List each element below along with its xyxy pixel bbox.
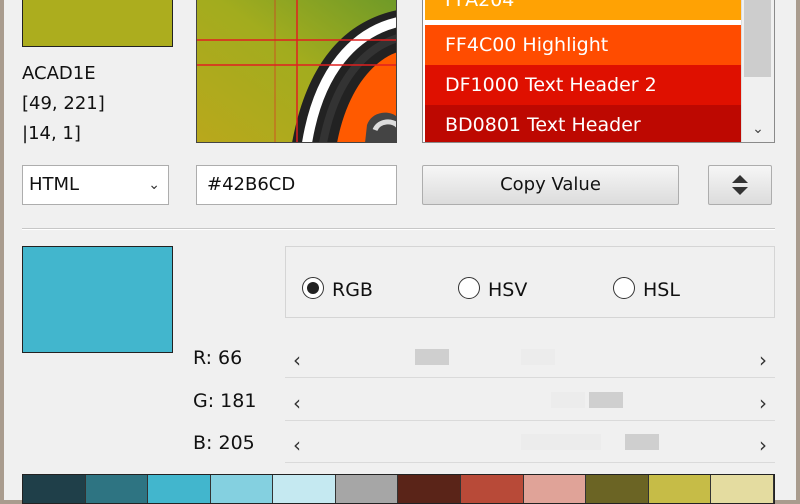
sort-button[interactable] [708, 165, 772, 205]
hex-input[interactable]: #42B6CD [196, 165, 397, 205]
chevron-right-icon[interactable]: › [759, 390, 767, 416]
slider-track-mark [521, 349, 555, 365]
radio-dot [613, 277, 635, 299]
chevron-right-icon[interactable]: › [759, 432, 767, 458]
slider-thumb[interactable] [588, 392, 623, 408]
picked-position: [49, 221] [22, 93, 105, 114]
slider-g[interactable]: ‹ › [285, 387, 775, 421]
palette-swatch[interactable] [23, 475, 86, 503]
color-picker-window: ACAD1E [49, 221] |14, 1] FFA204 FF4C00 H… [4, 0, 796, 504]
chevron-down-icon: ⌄ [148, 177, 160, 193]
slider-label-b: B: 205 [193, 432, 255, 454]
chevron-left-icon[interactable]: ‹ [293, 390, 301, 416]
radio-dot [458, 277, 480, 299]
radio-dot [302, 277, 324, 299]
slider-thumb[interactable] [414, 349, 449, 365]
palette-swatch[interactable] [523, 475, 587, 503]
palette-swatch[interactable] [398, 475, 462, 503]
history-item[interactable]: FF4C00 Highlight [425, 25, 742, 65]
slider-b[interactable]: ‹ › [285, 429, 775, 463]
history-scrollbar[interactable]: ⌄ [741, 0, 774, 142]
divider [22, 228, 775, 230]
radio-hsl[interactable]: HSL [613, 277, 680, 303]
chevron-right-icon[interactable]: › [759, 347, 767, 373]
format-select[interactable]: HTML ⌄ [22, 165, 169, 205]
color-model-group: RGB HSV HSL [285, 246, 775, 318]
format-value: HTML [29, 174, 80, 195]
radio-hsv[interactable]: HSV [458, 277, 527, 303]
palette-swatch[interactable] [210, 475, 274, 503]
slider-thumb[interactable] [625, 434, 660, 450]
color-history-list[interactable]: FFA204 FF4C00 Highlight DF1000 Text Head… [422, 0, 775, 143]
radio-rgb[interactable]: RGB [302, 277, 373, 303]
chevron-left-icon[interactable]: ‹ [293, 347, 301, 373]
scrollbar-thumb[interactable] [744, 0, 771, 77]
slider-r[interactable]: ‹ › [285, 344, 775, 378]
scroll-down-icon[interactable]: ⌄ [742, 121, 774, 137]
history-item[interactable]: BD0801 Text Header [425, 105, 742, 142]
palette-swatch[interactable] [335, 475, 399, 503]
slider-track-mark [551, 392, 585, 408]
palette-swatch[interactable] [586, 475, 649, 503]
history-item[interactable]: FFA204 [425, 0, 742, 20]
history-item[interactable]: DF1000 Text Header 2 [425, 65, 742, 105]
slider-label-g: G: 181 [193, 390, 257, 412]
current-color-swatch [22, 246, 173, 353]
sort-updown-icon [732, 175, 748, 195]
copy-value-button[interactable]: Copy Value [422, 165, 679, 205]
palette-swatch[interactable] [461, 475, 524, 503]
palette-swatch[interactable] [648, 475, 712, 503]
slider-label-r: R: 66 [193, 347, 243, 369]
palette-swatch[interactable] [711, 475, 774, 503]
picked-hex-label: ACAD1E [22, 63, 96, 84]
magnifier-view[interactable] [196, 0, 397, 143]
palette-swatch[interactable] [85, 475, 149, 503]
slider-track-mark [521, 434, 601, 450]
palette-swatch[interactable] [273, 475, 336, 503]
palette-swatch[interactable] [148, 475, 211, 503]
magnified-pixels [197, 0, 396, 142]
chevron-left-icon[interactable]: ‹ [293, 432, 301, 458]
picked-color-swatch [22, 0, 173, 47]
zoom-offset: |14, 1] [22, 123, 81, 144]
